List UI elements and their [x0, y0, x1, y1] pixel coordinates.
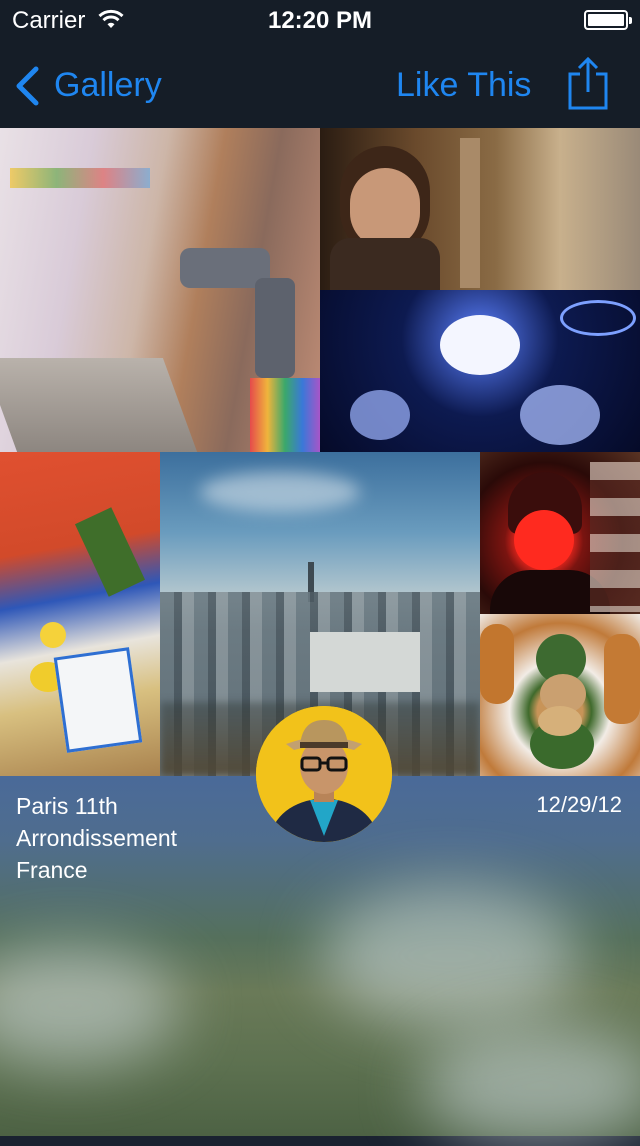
- like-this-button[interactable]: Like This: [396, 66, 531, 105]
- user-avatar[interactable]: [256, 706, 392, 842]
- location-line-city: Paris 11th: [16, 793, 118, 819]
- photo-date: 12/29/12: [536, 792, 622, 817]
- red-lit-portrait-photo[interactable]: [480, 452, 640, 614]
- location-line-district: Arrondissement: [16, 825, 178, 851]
- battery-icon: [584, 10, 632, 30]
- man-portrait-photo[interactable]: [320, 128, 640, 290]
- location-line-country: France: [16, 857, 88, 883]
- chevron-left-icon: [16, 66, 39, 106]
- photo-collage: [0, 128, 640, 776]
- christmas-lights-photo[interactable]: [320, 290, 640, 452]
- status-time: 12:20 PM: [267, 7, 373, 34]
- graffiti-faucet-photo[interactable]: [0, 128, 320, 452]
- escargot-pastries-photo[interactable]: [480, 614, 640, 776]
- status-bar: Carrier 12:20 PM: [0, 0, 640, 40]
- back-button-label: Gallery: [54, 66, 162, 104]
- avatar-portrait: [256, 706, 392, 842]
- location-text: Paris 11th Arrondissement France: [16, 790, 177, 886]
- navigation-bar: Gallery Like This: [0, 40, 640, 128]
- seafood-market-photo[interactable]: [0, 452, 160, 776]
- share-icon[interactable]: [566, 56, 610, 112]
